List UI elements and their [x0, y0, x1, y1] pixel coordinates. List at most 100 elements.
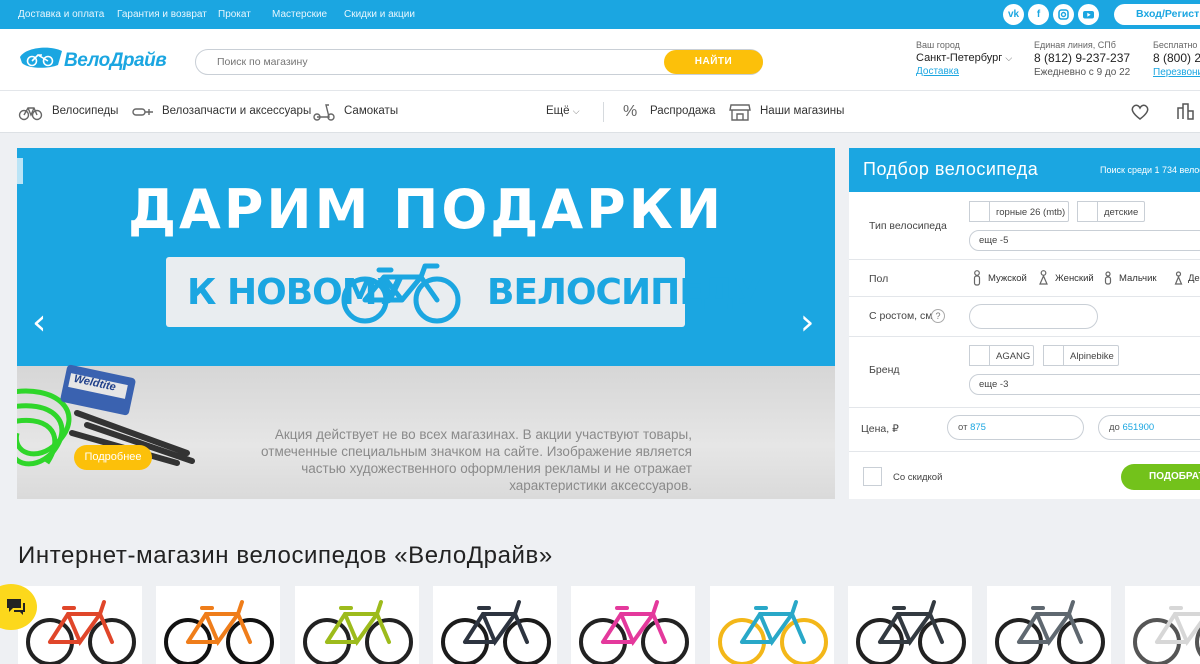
gender-girl[interactable]: Девочка [1188, 273, 1200, 284]
filter-title: Подбор велосипеда [863, 159, 1039, 179]
chevron-down-icon: ⌵ [572, 106, 580, 116]
bicycle-product-image [26, 600, 136, 664]
filter-count: Поиск среди 1 734 велосипедов [1100, 165, 1200, 175]
bicycle-product-image [164, 600, 274, 664]
type-mtb-checkbox[interactable] [969, 201, 990, 222]
filter-divider [849, 451, 1200, 452]
male-icon [973, 270, 981, 291]
type-mtb-label: горные 26 (mtb) [996, 207, 1066, 218]
product-card[interactable] [571, 586, 695, 664]
bicycle-product-image [718, 600, 828, 664]
logo-text[interactable]: ВелоДрайв [64, 50, 167, 72]
phone1-number[interactable]: 8 (812) 9-237-237 [1034, 51, 1130, 65]
gender-female[interactable]: Женский [1055, 273, 1094, 284]
topbar-link-warranty[interactable]: Гарантия и возврат [117, 9, 207, 20]
girl-icon [1174, 271, 1183, 290]
brand-agang-label: AGANG [996, 351, 1031, 362]
nav-more-label: Ещё [546, 105, 570, 117]
product-card[interactable] [295, 586, 419, 664]
nav-stores[interactable]: Наши магазины [760, 105, 844, 117]
nav-more[interactable]: Ещё ⌵ [546, 105, 580, 117]
topbar-link-workshops[interactable]: Мастерские [272, 9, 327, 20]
product-card[interactable] [987, 586, 1111, 664]
topbar-link-delivery[interactable]: Доставка и оплата [18, 9, 104, 20]
gender-boy[interactable]: Мальчик [1119, 273, 1157, 284]
city-select[interactable]: Санкт-Петербург ⌵ [916, 52, 1012, 64]
price-from-prefix: от [958, 422, 968, 433]
vk-icon[interactable]: vk [1003, 4, 1024, 25]
banner-disclaimer: Акция действует не во всех магазинах. В … [261, 427, 692, 493]
type-more[interactable]: еще -5 [969, 230, 1200, 251]
brand-label: Бренд [869, 364, 900, 376]
product-card[interactable] [1125, 586, 1200, 664]
bike-filter-panel: Подбор велосипеда Поиск среди 1 734 вело… [849, 148, 1200, 499]
nav-divider [603, 102, 604, 122]
logo-icon[interactable] [18, 45, 64, 76]
chevron-right-icon[interactable]: › [800, 302, 814, 343]
tools-illustration: Weldtite [17, 353, 207, 499]
store-icon [729, 101, 751, 128]
product-card[interactable] [848, 586, 972, 664]
delivery-link[interactable]: Доставка [916, 66, 959, 77]
filter-submit-button[interactable]: ПОДОБРАТЬ [1121, 464, 1200, 490]
search-button[interactable]: НАЙТИ [664, 50, 763, 74]
height-label: С ростом, см [869, 310, 933, 322]
city-label: Ваш город [916, 40, 960, 50]
compare-icon[interactable] [1175, 102, 1195, 127]
chevron-down-icon: ⌵ [1005, 53, 1013, 63]
heart-icon[interactable] [1130, 102, 1150, 127]
instagram-icon[interactable] [1053, 4, 1074, 25]
youtube-icon[interactable] [1078, 4, 1099, 25]
callback-link[interactable]: Перезвонить [1153, 67, 1200, 78]
chevron-left-icon[interactable]: ‹ [32, 302, 46, 343]
discount-checkbox[interactable] [863, 467, 882, 486]
filter-divider [849, 336, 1200, 337]
price-to-prefix: до [1109, 422, 1120, 433]
type-kids-checkbox[interactable] [1077, 201, 1098, 222]
help-icon[interactable]: ? [931, 309, 945, 323]
price-to-input[interactable]: до 651900 [1098, 415, 1200, 440]
bicycle-product-image [579, 600, 689, 664]
gender-male[interactable]: Мужской [988, 273, 1027, 284]
price-label: Цена, ₽ [861, 423, 899, 435]
banner-headline: ДАРИМ ПОДАРКИ [127, 178, 725, 241]
banner-corner-tab [17, 158, 23, 184]
type-label: Тип велосипеда [869, 220, 947, 232]
topbar-link-sales[interactable]: Скидки и акции [344, 9, 415, 20]
nav-sale[interactable]: Распродажа [650, 105, 715, 117]
topbar-link-rental[interactable]: Прокат [218, 9, 251, 20]
brand-alpinebike-checkbox[interactable] [1043, 345, 1064, 366]
brand-agang-checkbox[interactable] [969, 345, 990, 366]
phone2-label: Бесплатно по РФ [1153, 40, 1200, 50]
promo-banner[interactable]: ДАРИМ ПОДАРКИ К НОВОМУ ВЕЛОСИПЕДУ Weldti… [17, 148, 835, 499]
bicycle-icon [18, 101, 43, 128]
nav-parts[interactable]: Велозапчасти и аксессуары [162, 105, 311, 117]
phone2-number[interactable]: 8 (800) 2 [1153, 51, 1200, 65]
phone1-hours: Ежедневно с 9 до 22 [1034, 67, 1131, 78]
chat-icon [7, 599, 25, 615]
product-card[interactable] [710, 586, 834, 664]
brand-alpinebike-label: Alpinebike [1070, 351, 1114, 362]
section-title: Интернет-магазин велосипедов «ВелоДрайв» [18, 542, 553, 569]
discount-label: Со скидкой [893, 472, 943, 483]
price-from-value: 875 [970, 422, 986, 433]
filter-divider [849, 296, 1200, 297]
bicycle-illustration-icon [339, 260, 463, 331]
product-card[interactable] [433, 586, 557, 664]
facebook-icon[interactable]: f [1028, 4, 1049, 25]
price-from-input[interactable]: от 875 [947, 415, 1084, 440]
search-input[interactable] [217, 56, 637, 68]
product-card[interactable] [18, 586, 142, 664]
nav-bicycles[interactable]: Велосипеды [52, 105, 118, 117]
product-card[interactable] [156, 586, 280, 664]
height-input[interactable] [969, 304, 1098, 329]
login-button[interactable]: Вход/Регистрация [1114, 4, 1200, 25]
boy-icon [1104, 271, 1112, 290]
bicycle-product-image [995, 600, 1105, 664]
bicycle-product-image [441, 600, 551, 664]
brand-more[interactable]: еще -3 [969, 374, 1200, 395]
nav-scooters[interactable]: Самокаты [344, 105, 398, 117]
bicycle-product-image [1133, 606, 1200, 664]
banner-more-button[interactable]: Подробнее [74, 445, 152, 470]
filter-divider [849, 407, 1200, 408]
